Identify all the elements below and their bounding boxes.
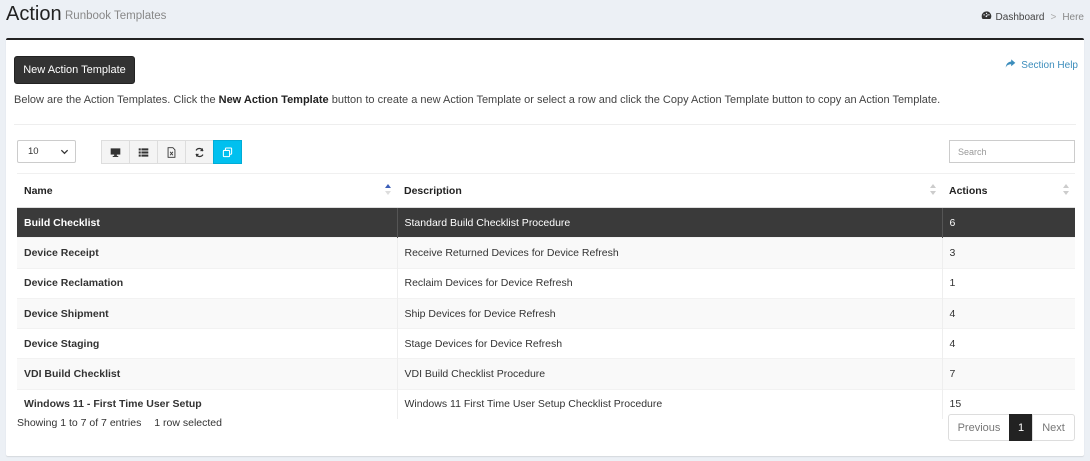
section-help-link[interactable]: Section Help xyxy=(1005,58,1078,72)
breadcrumb-dashboard-link[interactable]: Dashboard xyxy=(996,12,1045,23)
refresh-icon xyxy=(195,147,204,157)
page-header: Action Runbook Templates Dashboard > Her… xyxy=(0,0,1090,36)
table-tools xyxy=(101,140,242,164)
column-header-description-label: Description xyxy=(404,184,462,197)
excel-icon xyxy=(167,146,176,158)
sort-icon xyxy=(1063,184,1069,195)
table-row[interactable]: Device Receipt Receive Returned Devices … xyxy=(17,237,1075,269)
cell-name: Device Staging xyxy=(17,328,398,359)
page-1-button[interactable]: 1 xyxy=(1009,414,1033,441)
cell-actions: 6 xyxy=(942,206,1075,238)
share-icon xyxy=(1005,58,1016,72)
cell-name: Device Shipment xyxy=(17,297,398,329)
table-row[interactable]: Build Checklist Standard Build Checklist… xyxy=(17,206,1075,238)
breadcrumb-current: Here xyxy=(1062,11,1084,23)
search-input[interactable]: Search xyxy=(949,140,1075,163)
sort-icon xyxy=(930,184,936,195)
page-subtitle: Runbook Templates xyxy=(65,10,167,22)
cell-description: Ship Devices for Device Refresh xyxy=(397,297,943,329)
page-length-select[interactable]: 10 xyxy=(17,140,76,163)
breadcrumb-separator: > xyxy=(1050,11,1057,23)
intro-text-bold: New Action Template xyxy=(218,94,329,106)
new-action-template-button[interactable]: New Action Template xyxy=(14,56,135,84)
table-header-row: Name Description Actions xyxy=(17,173,1075,208)
table-row[interactable]: Device Staging Stage Devices for Device … xyxy=(17,328,1075,359)
table-info: Showing 1 to 7 of 7 entries 1 row select… xyxy=(17,417,222,429)
table-row[interactable]: Device Reclamation Reclaim Devices for D… xyxy=(17,267,1075,299)
section-help-label: Section Help xyxy=(1021,59,1078,71)
list-view-button[interactable] xyxy=(129,140,158,164)
breadcrumb: Dashboard > Here xyxy=(981,10,1084,24)
table-row[interactable]: VDI Build Checklist VDI Build Checklist … xyxy=(17,358,1075,390)
cell-description: Stage Devices for Device Refresh xyxy=(397,328,943,359)
column-header-name[interactable]: Name xyxy=(17,173,397,208)
action-templates-table: Name Description Actions Build Checklist… xyxy=(17,173,1075,420)
pagination: Previous 1 Next xyxy=(948,414,1075,441)
intro-text: Below are the Action Templates. Click th… xyxy=(14,94,940,106)
table-row[interactable]: Windows 11 - First Time User Setup Windo… xyxy=(17,388,1075,420)
entries-info: Showing 1 to 7 of 7 entries xyxy=(17,417,142,429)
cell-actions: 3 xyxy=(942,237,1075,269)
cell-name: Windows 11 - First Time User Setup xyxy=(17,388,398,420)
copy-action-template-button[interactable] xyxy=(213,140,242,164)
intro-text-start: Below are the Action Templates. Click th… xyxy=(14,94,219,106)
cell-actions: 4 xyxy=(942,328,1075,359)
page-length-value: 10 xyxy=(28,146,39,157)
cell-name: Device Reclamation xyxy=(17,267,398,299)
cell-description: Reclaim Devices for Device Refresh xyxy=(397,267,943,299)
dashboard-icon xyxy=(981,10,992,24)
refresh-button[interactable] xyxy=(185,140,214,164)
list-icon xyxy=(138,147,149,157)
cell-description: Standard Build Checklist Procedure xyxy=(397,206,943,238)
cell-name: VDI Build Checklist xyxy=(17,358,398,390)
cell-name: Build Checklist xyxy=(17,206,398,238)
cell-description: Receive Returned Devices for Device Refr… xyxy=(397,237,943,269)
cell-description: VDI Build Checklist Procedure xyxy=(397,358,943,390)
cell-description: Windows 11 First Time User Setup Checkli… xyxy=(397,388,943,420)
cell-name: Device Receipt xyxy=(17,237,398,269)
export-excel-button[interactable] xyxy=(157,140,186,164)
column-header-actions-label: Actions xyxy=(949,184,988,197)
intro-text-end: button to create a new Action Template o… xyxy=(328,94,941,106)
column-header-description[interactable]: Description xyxy=(397,173,942,208)
chevron-down-icon xyxy=(60,149,69,155)
cell-actions: 4 xyxy=(942,297,1075,329)
column-header-actions[interactable]: Actions xyxy=(942,173,1075,208)
sort-asc-icon xyxy=(385,184,391,195)
cell-actions: 1 xyxy=(942,267,1075,299)
monitor-icon xyxy=(110,147,121,157)
previous-page-button[interactable]: Previous xyxy=(948,414,1010,441)
divider xyxy=(14,124,1076,125)
selection-info: 1 row selected xyxy=(154,417,222,429)
templates-box: New Action Template Section Help Below a… xyxy=(6,38,1084,456)
page-title: Action xyxy=(6,3,62,25)
column-header-name-label: Name xyxy=(24,184,53,197)
column-view-button[interactable] xyxy=(101,140,130,164)
next-page-button[interactable]: Next xyxy=(1032,414,1075,441)
cell-actions: 7 xyxy=(942,358,1075,390)
copy-icon xyxy=(222,147,233,157)
table-row[interactable]: Device Shipment Ship Devices for Device … xyxy=(17,297,1075,329)
